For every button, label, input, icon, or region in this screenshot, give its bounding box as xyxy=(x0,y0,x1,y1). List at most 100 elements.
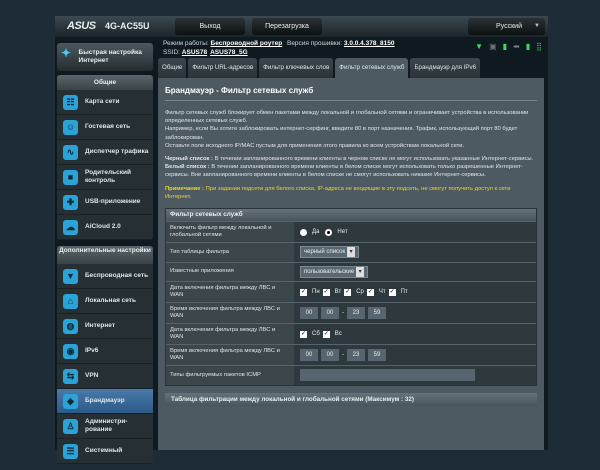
quick-setup-button[interactable]: ✦ Быстрая настройка Интернет xyxy=(57,43,153,71)
checkbox-sat[interactable]: ✓ xyxy=(300,330,307,338)
filter-settings-table: Фильтр сетевых служб Включить фильтр меж… xyxy=(165,208,537,386)
end-minute-input[interactable]: 59 xyxy=(368,307,386,320)
start-minute-input[interactable]: 00 xyxy=(321,349,339,362)
table-row: Дата включения фильтра между ЛВС и WAN ✓… xyxy=(166,281,536,303)
mode-label: Режим работы: xyxy=(163,40,209,47)
description-text: Например, если Вы хотите заблокировать и… xyxy=(165,126,518,141)
description: Фильтр сетевых служб блокирует обмен пак… xyxy=(165,109,537,201)
status-icons: ▼ ▣ ▮ ⇴ ▮ ⣿ xyxy=(475,42,542,51)
blacklist-label: Черный список : xyxy=(165,156,213,163)
ssid-5g[interactable]: ASUS78_5G xyxy=(210,49,248,56)
day-label: Чт xyxy=(378,289,386,296)
known-apps-value: пользовательские xyxy=(304,268,355,275)
status-info: Режим работы: Беспроводной роутер Версия… xyxy=(163,39,398,57)
note-label: Примечание : xyxy=(165,185,205,192)
table-row: Время включения фильтра между ЛВС и WAN … xyxy=(166,344,536,366)
sidebar-item-system-log[interactable]: ☰ Системный xyxy=(57,439,153,464)
sidebar-item-firewall[interactable]: ◆ Брандмауэр xyxy=(57,389,153,414)
sidebar-item-lan[interactable]: ⌂ Локальная сеть xyxy=(57,289,153,314)
checkbox-thu[interactable]: ✓ xyxy=(366,288,374,296)
sidebar-item-label: Диспетчер трафика xyxy=(85,148,149,155)
sidebar-item-wireless[interactable]: ▼ Беспроводная сеть xyxy=(57,264,153,289)
start-hour-input[interactable]: 00 xyxy=(300,307,318,320)
note-text: Примечание : При задании подсети для бел… xyxy=(165,185,537,201)
tab-url-filter[interactable]: Фильтр URL-адресов xyxy=(188,58,258,78)
router-ui: ASUS 4G-AC55U Выход Перезагрузка Русский… xyxy=(55,16,548,464)
header: ASUS 4G-AC55U Выход Перезагрузка Русский… xyxy=(55,16,548,37)
ssid-2g[interactable]: ASUS78 xyxy=(182,49,207,56)
sidebar-item-label: IPv6 xyxy=(85,347,99,354)
table-row: Дата включения фильтра между ЛВС и WAN ✓… xyxy=(166,323,536,345)
model-name: 4G-AC55U xyxy=(105,21,150,31)
known-apps-select[interactable]: пользовательские ▾ xyxy=(300,265,369,278)
filter-rules-table-title: Таблица фильтрации между локальной и гло… xyxy=(165,392,537,406)
radio-no[interactable] xyxy=(325,228,333,236)
sidebar-item-aicloud[interactable]: ☁ AiCloud 2.0 xyxy=(57,215,153,240)
checkbox-tue[interactable]: ✓ xyxy=(322,288,330,296)
reboot-button[interactable]: Перезагрузка xyxy=(252,18,322,35)
general-menu: Общие ☷ Карта сети ☺ Гостевая сеть ∿ Диспет… xyxy=(57,75,153,240)
sidebar-item-wan[interactable]: ◍ Интернет xyxy=(57,314,153,339)
sidebar-item-vpn[interactable]: ⇆ VPN xyxy=(57,364,153,389)
whitelist-desc: В течении запланированного времени клиен… xyxy=(165,164,523,179)
end-minute-input[interactable]: 59 xyxy=(368,349,386,362)
end-hour-input[interactable]: 23 xyxy=(347,349,365,362)
checkbox-wed[interactable]: ✓ xyxy=(344,288,352,296)
signal-status-icon[interactable]: ⣿ xyxy=(536,42,542,51)
sidebar-item-guest-network[interactable]: ☺ Гостевая сеть xyxy=(57,115,153,140)
table-row: Типы фильтруемых пакетов ICMP xyxy=(166,365,536,385)
sim-status-icon[interactable]: ▮ xyxy=(526,42,530,51)
content-panel: Брандмауэр - Фильтр сетевых служб Фильтр… xyxy=(158,78,544,450)
ssid-label: SSID: xyxy=(163,49,180,56)
table-title: Фильтр сетевых служб xyxy=(166,209,536,222)
icmp-input[interactable] xyxy=(300,369,475,382)
start-hour-input[interactable]: 00 xyxy=(300,349,318,362)
chevron-down-icon: ▾ xyxy=(356,266,365,277)
sidebar-item-label: Брандмауэр xyxy=(85,397,125,404)
usb-status-icon[interactable]: ⇴ xyxy=(513,42,520,51)
advanced-menu: Дополнительные настройки ▼ Беспроводная с… xyxy=(57,246,153,464)
sidebar-item-administration[interactable]: ♙ Администри-рование xyxy=(57,414,153,439)
wifi-icon: ▼ xyxy=(63,268,78,284)
sidebar-item-traffic-manager[interactable]: ∿ Диспетчер трафика xyxy=(57,140,153,165)
whitelist-text: Белый список : В течении запланированног… xyxy=(165,163,537,179)
checkbox-mon[interactable]: ✓ xyxy=(300,288,307,296)
checkbox-sun[interactable]: ✓ xyxy=(322,330,330,338)
ipv6-icon: ◉ xyxy=(63,343,78,359)
end-hour-input[interactable]: 23 xyxy=(347,307,365,320)
admin-icon: ♙ xyxy=(63,418,78,434)
advanced-title: Дополнительные настройки xyxy=(57,246,153,264)
day-label: Вс xyxy=(334,331,342,338)
guest-network-icon: ☺ xyxy=(63,119,78,135)
tab-keyword-filter[interactable]: Фильтр ключевых слов xyxy=(259,58,334,78)
radio-no-label: Нет xyxy=(337,229,348,236)
wifi-status-icon[interactable]: ▼ xyxy=(475,42,483,51)
language-select[interactable]: Русский ▼ xyxy=(468,18,545,35)
mode-link[interactable]: Беспроводной роутер xyxy=(211,40,283,47)
lock-status-icon[interactable]: ▮ xyxy=(503,42,507,51)
clients-status-icon[interactable]: ▣ xyxy=(489,42,497,51)
weekend-time-label: Время включения фильтра между ЛВС и WAN xyxy=(166,345,294,366)
sidebar-item-usb-app[interactable]: ✚ USB-приложение xyxy=(57,190,153,215)
tab-ipv6-firewall[interactable]: Брандмауэр для IPv6 xyxy=(410,58,481,78)
tab-network-services-filter[interactable]: Фильтр сетевых служб xyxy=(335,58,409,78)
filter-type-value: черный список xyxy=(304,249,346,256)
sidebar-item-network-map[interactable]: ☷ Карта сети xyxy=(57,90,153,115)
icmp-label: Типы фильтруемых пакетов ICMP xyxy=(166,366,294,385)
sidebar: ✦ Быстрая настройка Интернет Общие ☷ Карта… xyxy=(55,40,155,470)
radio-yes[interactable] xyxy=(300,228,307,236)
logout-button[interactable]: Выход xyxy=(175,18,245,35)
sidebar-item-label: Родительский контроль xyxy=(85,169,131,184)
filter-type-select[interactable]: черный список ▾ xyxy=(300,246,360,259)
sidebar-item-ipv6[interactable]: ◉ IPv6 xyxy=(57,339,153,364)
table-row: Время включения фильтра между ЛВС и WAN … xyxy=(166,302,536,324)
note-desc: При задании подсети для белого списка, I… xyxy=(165,185,511,200)
general-title: Общие xyxy=(57,75,153,90)
sidebar-item-parental-control[interactable]: ■ Родительский контроль xyxy=(57,165,153,190)
tab-general[interactable]: Общие xyxy=(158,58,187,78)
firmware-link[interactable]: 3.0.0.4.378_8150 xyxy=(344,40,395,47)
enable-filter-label: Включить фильтр между локальной и глобал… xyxy=(166,222,294,243)
checkbox-fri[interactable]: ✓ xyxy=(388,288,396,296)
start-minute-input[interactable]: 00 xyxy=(321,307,339,320)
day-label: Вт xyxy=(334,289,342,296)
